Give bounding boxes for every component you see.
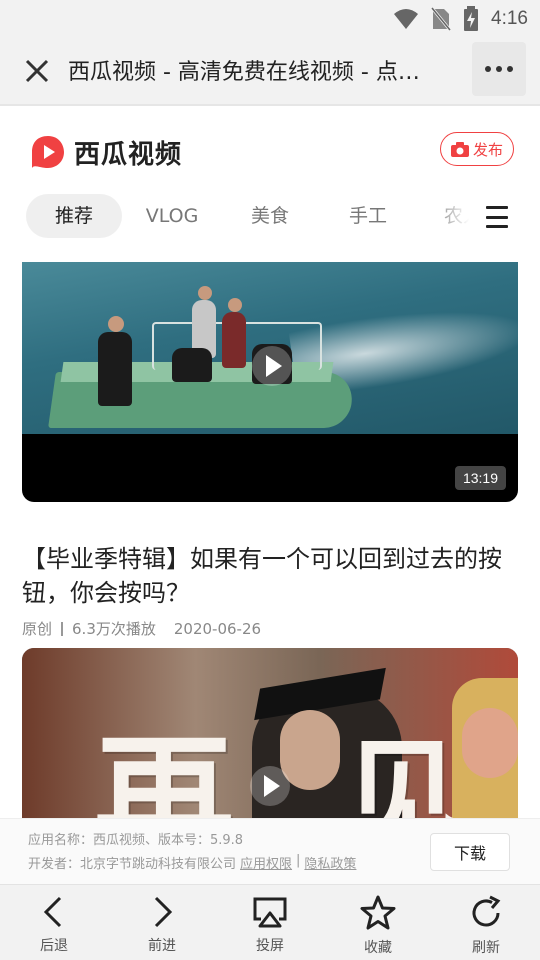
chevron-left-icon <box>43 896 62 928</box>
app-permissions-link[interactable]: 应用权限 <box>240 853 292 872</box>
refresh-icon <box>472 895 501 927</box>
status-bar: 4:16 <box>0 0 540 36</box>
publish-button[interactable]: 发布 <box>440 132 514 166</box>
no-sim-icon <box>431 7 452 31</box>
back-button[interactable]: 后退 <box>0 885 108 960</box>
refresh-label: 刷新 <box>472 940 500 956</box>
brush-character-left: 再 <box>94 719 235 818</box>
tab-handcraft[interactable]: 手工 <box>328 194 408 238</box>
close-button[interactable] <box>20 54 54 88</box>
logo-text[interactable]: 西瓜视频 <box>74 134 182 171</box>
menu-line <box>486 215 508 219</box>
video-feed: 13:19 【毕业季特辑】如果有一个可以回到过去的按钮，你会按吗？ 原创 6.3… <box>0 262 540 818</box>
favorite-button[interactable]: 收藏 <box>324 885 432 960</box>
xigua-logo-icon[interactable] <box>30 134 66 170</box>
refresh-button[interactable]: 刷新 <box>432 885 540 960</box>
tab-vlog[interactable]: VLOG <box>132 194 212 238</box>
video-duration: 13:19 <box>454 466 506 490</box>
tab-fade <box>430 192 486 242</box>
thumbnail-person <box>98 332 132 406</box>
cast-screen-icon <box>253 897 287 928</box>
status-time: 4:16 <box>491 8 528 29</box>
close-icon <box>25 59 49 83</box>
wifi-icon <box>394 9 419 29</box>
thumbnail-person <box>222 312 246 368</box>
publish-label: 发布 <box>472 140 503 159</box>
app-developer: 开发者：北京字节跳动科技有限公司 <box>28 857 237 872</box>
app-name-version: 应用名称：西瓜视频、版本号：5.9.8 <box>28 833 244 848</box>
video-thumbnail-2[interactable]: 再 见 <box>22 648 518 818</box>
category-menu-button[interactable] <box>486 206 508 228</box>
cast-label: 投屏 <box>256 938 284 954</box>
battery-charging-icon <box>464 6 479 31</box>
chevron-right-icon <box>154 896 173 928</box>
thumbnail-person-head <box>198 286 212 300</box>
thumbnail-face <box>280 710 340 790</box>
privacy-policy-link[interactable]: 隐私政策 <box>304 853 356 872</box>
page-title: 西瓜视频 - 高清免费在线视频 - 点… <box>68 60 420 85</box>
brush-character-right: 见 <box>342 725 462 818</box>
browser-bottom-nav: 后退 前进 投屏 收藏 刷新 <box>0 884 540 960</box>
download-button[interactable]: 下载 <box>430 833 510 871</box>
star-icon <box>360 895 396 930</box>
back-label: 后退 <box>40 938 68 954</box>
play-icon[interactable] <box>252 346 292 386</box>
thumbnail-person <box>172 348 212 382</box>
menu-line <box>486 225 508 228</box>
browser-title-bar: 西瓜视频 - 高清免费在线视频 - 点… <box>0 36 540 106</box>
favorite-label: 收藏 <box>364 940 392 956</box>
site-header: 西瓜视频 发布 <box>0 106 540 192</box>
thumbnail-person-head <box>108 316 124 332</box>
tab-food[interactable]: 美食 <box>230 194 310 238</box>
video-date: 2020-06-26 <box>173 619 262 638</box>
forward-button[interactable]: 前进 <box>108 885 216 960</box>
category-tabs: 推荐 VLOG 美食 手工 农人 <box>0 192 540 244</box>
thumbnail-person-head <box>228 298 242 312</box>
video-source: 原创 <box>22 620 53 638</box>
play-icon[interactable] <box>250 766 290 806</box>
video-views: 6.3万次播放 <box>72 620 156 638</box>
app-info-banner: 应用名称：西瓜视频、版本号：5.9.8 开发者：北京字节跳动科技有限公司 应用权… <box>0 818 540 884</box>
more-dots-icon <box>485 66 513 72</box>
app-developer-line: 开发者：北京字节跳动科技有限公司 应用权限 | 隐私政策 <box>28 853 356 872</box>
video-meta: 原创 6.3万次播放 2020-06-26 <box>22 618 261 639</box>
cast-button[interactable]: 投屏 <box>216 885 324 960</box>
camera-icon <box>450 141 469 157</box>
app-link-separator: | <box>296 853 301 868</box>
status-icons: 4:16 <box>393 6 528 32</box>
more-options-button[interactable] <box>472 42 526 96</box>
menu-line <box>486 206 508 209</box>
tab-recommend[interactable]: 推荐 <box>26 194 122 238</box>
thumbnail-face-right <box>462 708 518 778</box>
forward-label: 前进 <box>148 938 176 954</box>
video-title[interactable]: 【毕业季特辑】如果有一个可以回到过去的按钮，你会按吗？ <box>22 542 522 610</box>
meta-divider <box>61 621 64 636</box>
video-thumbnail-1[interactable]: 13:19 <box>22 262 518 502</box>
